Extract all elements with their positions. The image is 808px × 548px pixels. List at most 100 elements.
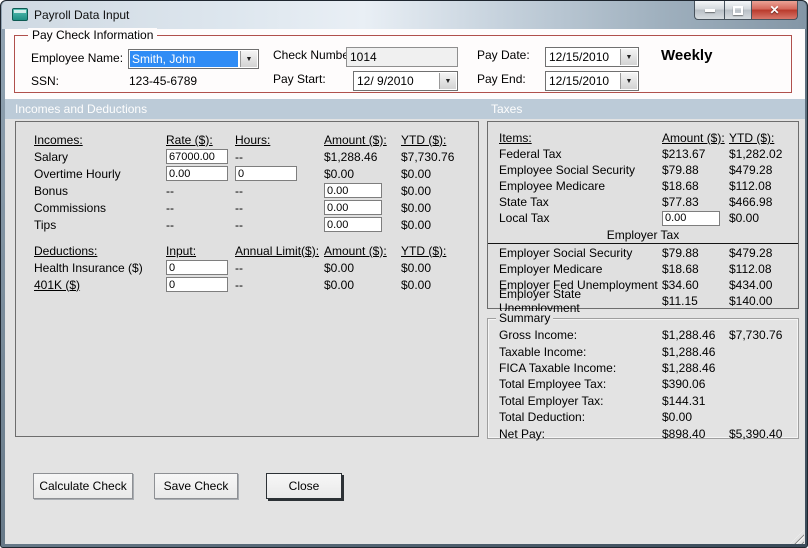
summary-amount: $0.00 [662,410,693,425]
summary-row-total-deduction: Total Deduction: $0.00 [499,409,790,425]
employee-name-label: Employee Name: [31,51,124,65]
summary-label: Taxable Income: [499,344,587,359]
401k-input[interactable] [166,277,228,293]
check-number-field[interactable] [346,47,458,67]
maximize-button[interactable] [724,1,752,20]
summary-amount: $1,288.46 [662,328,716,343]
commissions-amount-input[interactable] [324,200,382,216]
tax-ytd: $112.08 [729,179,772,193]
income-name: Bonus [34,183,69,198]
tax-row-employer-medicare: Employer Medicare $18.68 $112.08 [499,261,790,277]
employee-name-combobox[interactable]: Smith, John ▼ [128,49,259,69]
deductions-col-header: Deductions: [34,243,98,258]
paycheck-info-group-title: Pay Check Information [28,28,158,42]
minimize-icon [704,8,715,12]
rate-col-header: Rate ($): [166,132,213,147]
chevron-down-icon[interactable]: ▼ [439,73,456,89]
close-button[interactable]: Close [266,473,342,499]
income-ytd: $0.00 [401,200,432,215]
maximize-icon [733,5,743,15]
summary-ytd: $7,730.76 [729,328,783,343]
pay-date-picker[interactable]: 12/15/2010 ▼ [545,47,639,67]
income-ytd: $0.00 [401,217,432,232]
income-ytd: $0.00 [401,166,432,181]
pay-date-label: Pay Date: [477,48,530,62]
tax-name: Local Tax [499,211,550,225]
input-col-header: Input: [166,243,197,258]
summary-row-fica-taxable-income: FICA Taxable Income: $1,288.46 [499,360,790,376]
summary-ytd: $5,390.40 [729,426,783,441]
pay-end-value: 12/15/2010 [549,74,610,88]
close-window-button[interactable]: ✕ [752,1,798,20]
deductions-header-row: Deductions: Input: Annual Limit($): Amou… [34,242,478,259]
summary-label: Net Pay: [499,426,546,441]
income-hours: -- [235,149,243,164]
incomes-col-header: Incomes: [34,132,83,147]
pay-start-value: 12/ 9/2010 [357,74,414,88]
health-insurance-input[interactable] [166,260,228,276]
deduction-limit: -- [235,277,243,292]
deduction-ytd: $0.00 [401,277,432,292]
taxes-panel: Items: Amount ($): YTD ($): Federal Tax … [487,121,799,315]
deduction-amount: $0.00 [324,260,355,275]
tax-amount: $213.67 [662,147,706,161]
deduction-name: Health Insurance ($) [34,260,143,275]
summary-amount: $390.06 [662,377,706,392]
income-name: Salary [34,149,69,164]
dialog-client-area: Pay Check Information Employee Name: Smi… [5,28,805,544]
tax-name: Employee Medicare [499,179,606,193]
window-title: Payroll Data Input [34,8,130,22]
minimize-button[interactable] [694,1,724,20]
income-amount: $0.00 [324,166,355,181]
tax-name: State Tax [499,195,549,209]
deduction-limit: -- [235,260,243,275]
amount-col-header: Amount ($): [324,132,387,147]
income-row-bonus: Bonus -- -- $0.00 [34,182,478,199]
bonus-amount-input[interactable] [324,183,382,199]
app-icon [12,8,28,21]
ytd-col-header: YTD ($): [401,243,447,258]
tax-ytd: $479.28 [729,163,773,177]
pay-start-picker[interactable]: 12/ 9/2010 ▼ [353,71,458,91]
taxes-section-title: Taxes [491,102,523,116]
overtime-rate-input[interactable] [166,166,228,182]
summary-group-title: Summary [496,311,554,325]
chevron-down-icon[interactable]: ▼ [240,51,257,67]
calculate-check-button[interactable]: Calculate Check [33,473,133,499]
income-row-commissions: Commissions -- -- $0.00 [34,199,478,216]
tax-row-local: Local Tax $0.00 [499,210,790,226]
tax-amount: $79.88 [662,163,699,177]
summary-amount: $1,288.46 [662,344,716,359]
tax-row-employee-medicare: Employee Medicare $18.68 $112.08 [499,178,790,194]
income-ytd: $0.00 [401,183,432,198]
pay-frequency-label: Weekly [661,47,713,64]
title-bar[interactable]: Payroll Data Input ✕ [2,1,806,29]
income-rate: -- [166,200,174,215]
taxes-header-row: Items: Amount ($): YTD ($): [499,130,790,146]
pay-date-value: 12/15/2010 [549,50,610,64]
summary-label: FICA Taxable Income: [499,360,617,375]
overtime-hours-input[interactable] [235,166,297,182]
summary-row-total-employer-tax: Total Employer Tax: $144.31 [499,393,790,409]
save-check-button[interactable]: Save Check [154,473,238,499]
tax-ytd: $112.08 [729,262,772,276]
annual-limit-col-header: Annual Limit($): [235,243,320,258]
ytd-col-header: YTD ($): [729,131,775,145]
pay-end-picker[interactable]: 12/15/2010 ▼ [545,71,639,91]
chevron-down-icon[interactable]: ▼ [620,73,637,89]
income-hours: -- [235,217,243,232]
incomes-header-row: Incomes: Rate ($): Hours: Amount ($): YT… [34,131,478,148]
income-row-salary: Salary -- $1,288.46 $7,730.76 [34,148,478,165]
tax-ytd: $1,282.02 [729,147,783,161]
salary-rate-input[interactable] [166,149,228,165]
income-row-overtime: Overtime Hourly $0.00 $0.00 [34,165,478,182]
hours-col-header: Hours: [235,132,271,147]
amount-col-header: Amount ($): [324,243,387,258]
tips-amount-input[interactable] [324,217,382,233]
incomes-deductions-section-title: Incomes and Deductions [15,102,148,116]
chevron-down-icon[interactable]: ▼ [620,49,637,65]
tax-ytd: $479.28 [729,246,773,260]
deduction-row-health-insurance: Health Insurance ($) -- $0.00 $0.00 [34,259,478,276]
local-tax-input[interactable] [662,210,720,226]
tax-ytd: $466.98 [729,195,773,209]
